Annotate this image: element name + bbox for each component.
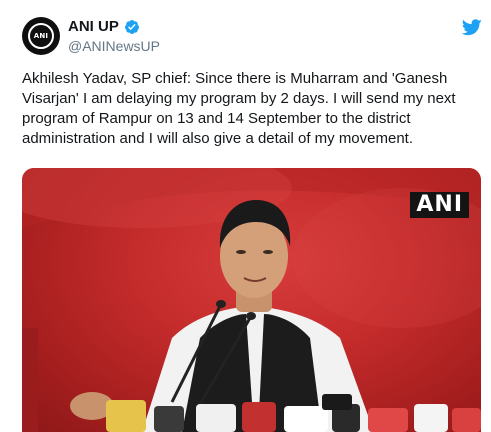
- avatar[interactable]: ANI: [22, 17, 60, 55]
- display-name[interactable]: ANI UP: [68, 18, 119, 35]
- tweet-card: ANI ANI UP @ANINewsUP Akhilesh Yadav, SP…: [0, 0, 491, 432]
- account-handle[interactable]: @ANINewsUP: [68, 38, 160, 54]
- twitter-bird-icon[interactable]: [462, 19, 482, 36]
- ani-watermark: ANI: [410, 192, 469, 218]
- tweet-text: Akhilesh Yadav, SP chief: Since there is…: [22, 70, 456, 147]
- ani-logo: ANI: [28, 23, 54, 49]
- author-name-row: ANI UP: [68, 18, 140, 35]
- tweet-media-image[interactable]: ANI: [22, 168, 481, 432]
- verified-badge-icon: [124, 19, 139, 34]
